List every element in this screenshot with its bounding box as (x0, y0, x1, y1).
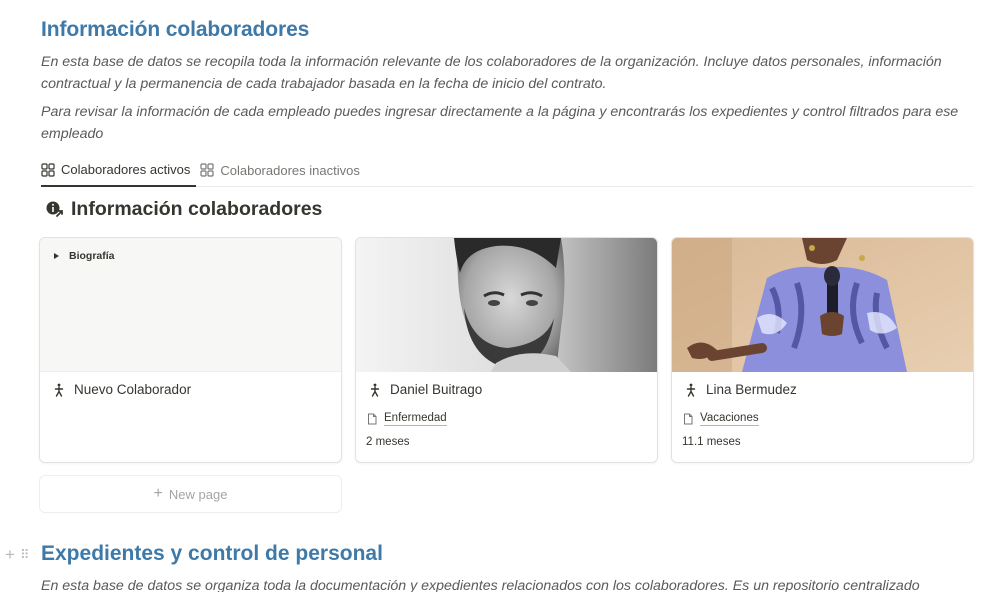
biografia-toggle[interactable]: Biografía (54, 250, 115, 262)
card-relation[interactable]: Enfermedad (366, 411, 447, 426)
info-person-icon (46, 201, 63, 217)
relation-label: Enfermedad (384, 412, 447, 426)
person-walking-icon (686, 383, 696, 397)
card-name: Daniel Buitrago (390, 382, 483, 397)
gallery-icon (200, 163, 214, 177)
portrait-image (356, 238, 657, 372)
tab-label: Colaboradores inactivos (220, 162, 360, 178)
card-cover-photo (356, 238, 657, 372)
card-title: Daniel Buitrago (368, 382, 482, 397)
page-icon (368, 413, 377, 424)
description-1: En esta base de datos se recopila toda l… (41, 54, 942, 92)
new-page-button[interactable]: + New page (39, 475, 342, 513)
toggle-triangle-icon (54, 253, 59, 259)
card-title: Nuevo Colaborador (52, 382, 191, 397)
database-title[interactable]: Información colaboradores (45, 198, 322, 221)
add-block-icon[interactable]: + (5, 545, 15, 565)
card-title: Lina Bermudez (684, 382, 797, 397)
gallery-card[interactable]: Daniel Buitrago Enfermedad 2 meses (355, 237, 658, 463)
section-2-description: En esta base de datos se organiza toda l… (41, 578, 920, 592)
drag-handle-icon[interactable]: ⠿ (20, 547, 29, 563)
tab-colaboradores-activos[interactable]: Colaboradores activos (41, 154, 197, 187)
speaker-image (672, 238, 973, 372)
toggle-label: Biografía (69, 250, 115, 262)
gallery-card[interactable]: Biografía Nuevo Colaborador (39, 237, 342, 463)
block-gutter: + ⠿ (5, 545, 29, 565)
relation-label: Vacaciones (700, 412, 759, 426)
card-cover-photo (672, 238, 973, 372)
tab-label: Colaboradores activos (61, 162, 191, 177)
card-name: Nuevo Colaborador (74, 382, 192, 397)
card-relation[interactable]: Vacaciones (682, 411, 759, 426)
person-walking-icon (54, 383, 64, 397)
card-cover: Biografía (40, 238, 341, 372)
database-title-label: Información colaboradores (71, 198, 323, 220)
page-icon (684, 413, 693, 424)
page-title: Información colaboradores (41, 18, 310, 41)
card-permanence: 2 meses (366, 436, 410, 448)
section-2-title: Expedientes y control de personal (41, 542, 383, 565)
tab-colaboradores-inactivos[interactable]: Colaboradores inactivos (200, 154, 363, 186)
gallery-card[interactable]: Lina Bermudez Vacaciones 11.1 meses (671, 237, 974, 463)
description-2: Para revisar la información de cada empl… (41, 104, 959, 142)
gallery-icon (41, 162, 55, 177)
new-page-label: New page (168, 486, 228, 502)
person-walking-icon (370, 383, 380, 397)
card-permanence: 11.1 meses (682, 436, 741, 448)
card-name: Lina Bermudez (706, 382, 797, 397)
plus-icon: + (153, 485, 163, 502)
view-tabs: Colaboradores activos Colaboradores inac… (41, 154, 973, 187)
